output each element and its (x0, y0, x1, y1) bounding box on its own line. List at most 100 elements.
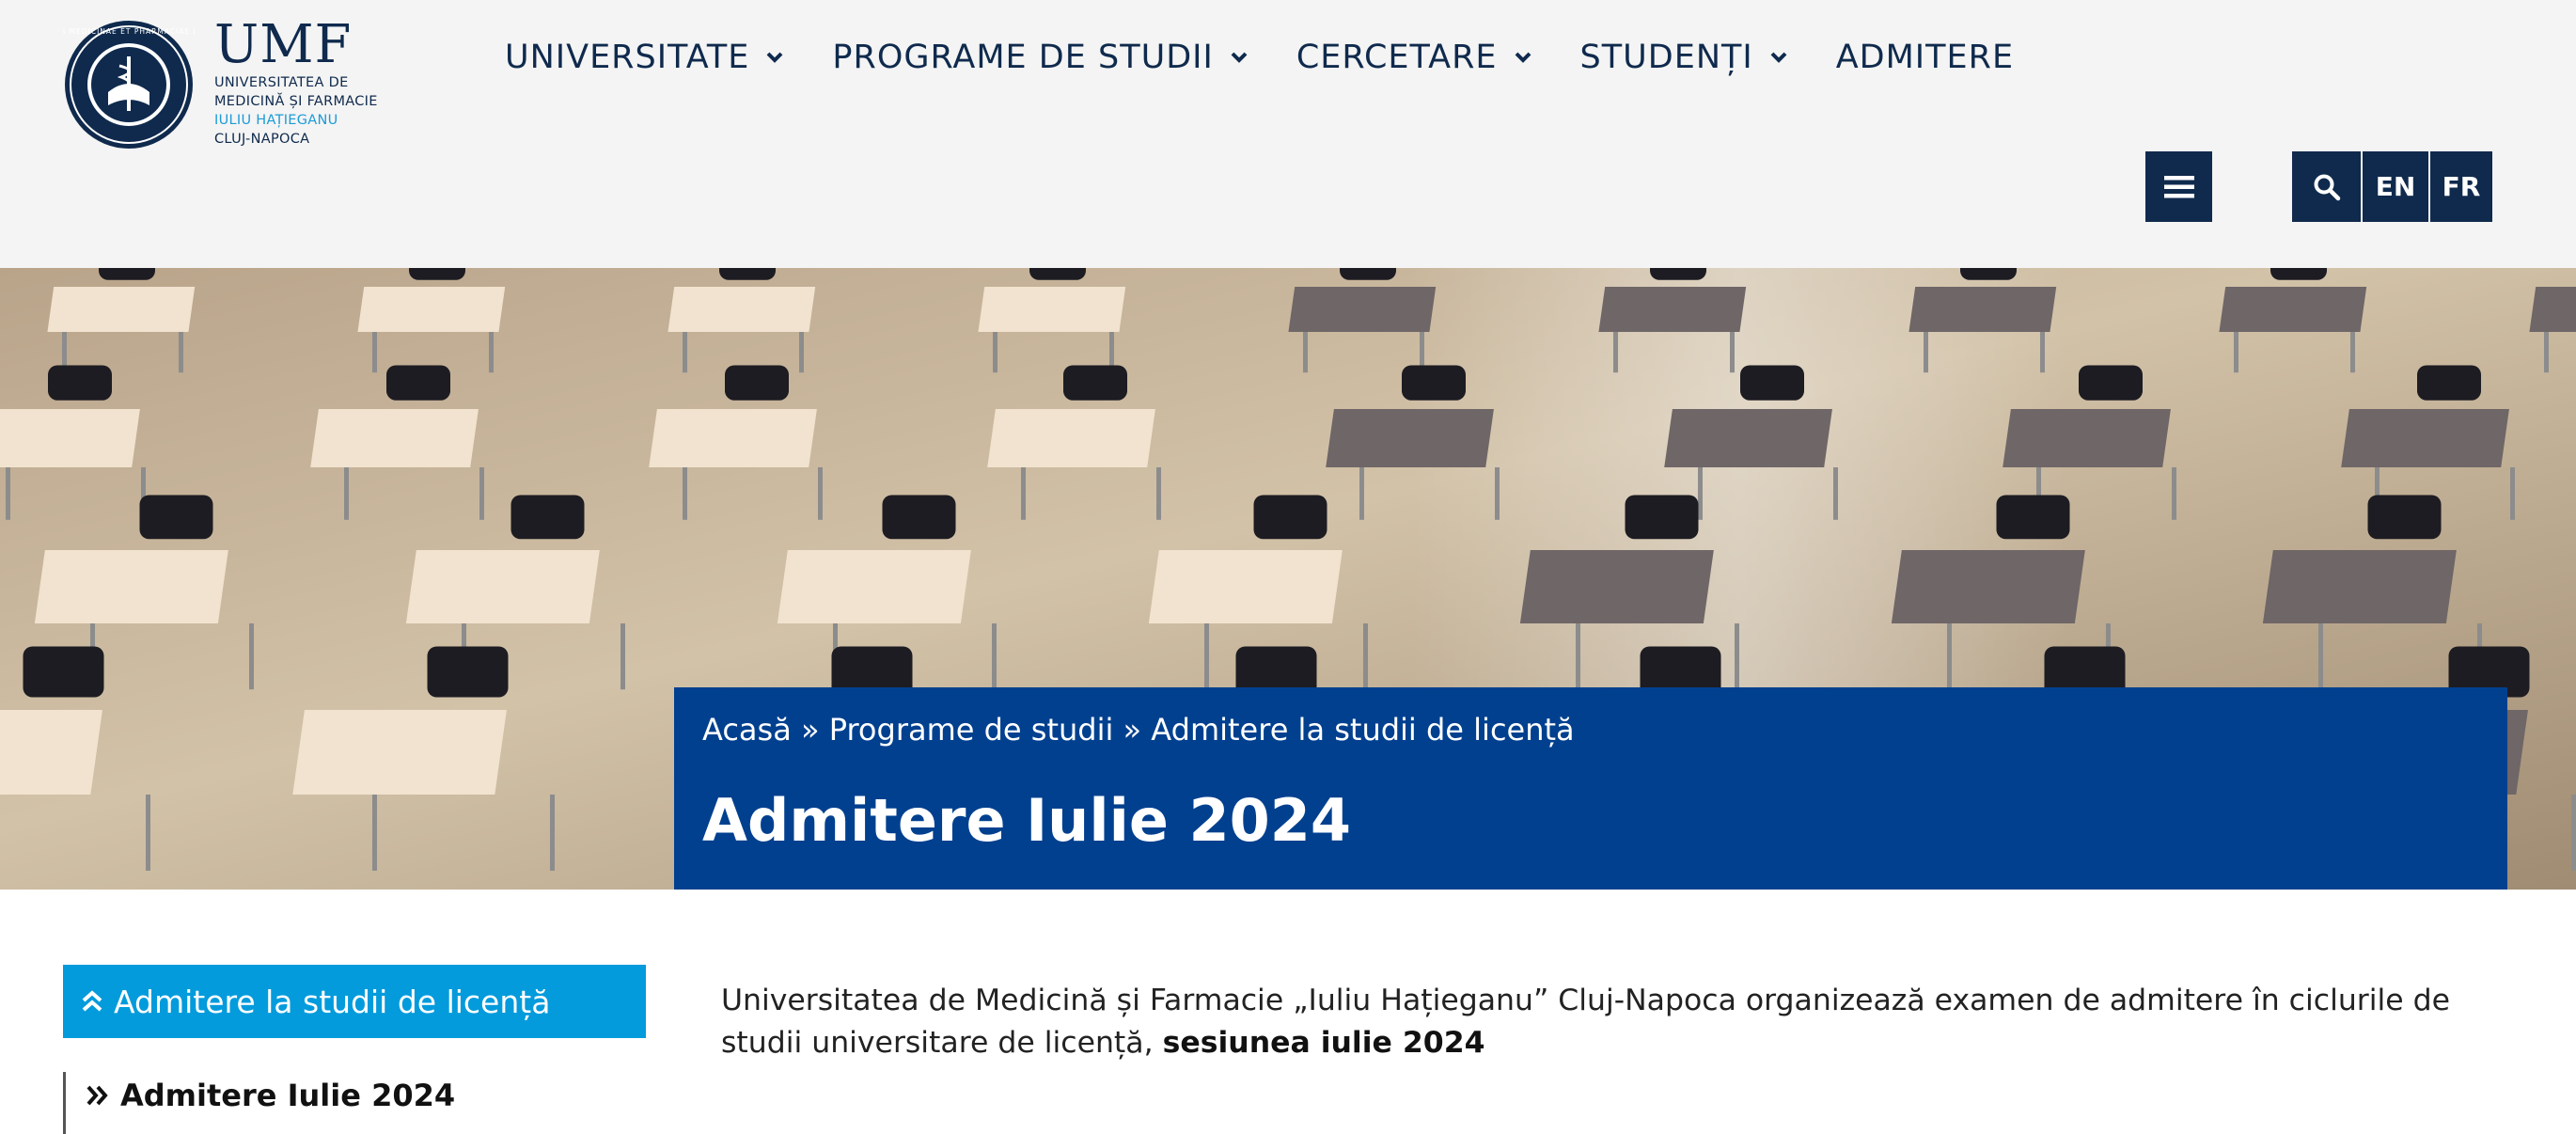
main-nav: UNIVERSITATE PROGRAME DE STUDII CERCETAR… (505, 34, 2014, 81)
desk-leg-decoration (818, 467, 823, 520)
chair-decoration (139, 495, 213, 540)
sidebar-item-label: Admitere la studii de licență (114, 983, 551, 1020)
desk-leg-decoration (2544, 332, 2549, 373)
chevron-down-icon (1231, 52, 1248, 63)
desk-decoration (777, 550, 971, 623)
intro-text: Universitatea de Medicină și Farmacie „I… (721, 984, 2451, 1060)
breadcrumb: Acasă » Programe de studii » Admitere la… (702, 712, 1575, 748)
chair-decoration (1340, 268, 1396, 280)
chair-decoration (1029, 268, 1086, 280)
desk-leg-decoration (1613, 332, 1618, 373)
hamburger-icon (2163, 175, 2194, 197)
desk-decoration (649, 409, 817, 467)
nav-item-programe-de-studii[interactable]: PROGRAME DE STUDII (832, 39, 1249, 76)
desk-leg-decoration (1303, 332, 1308, 373)
desk-leg-decoration (146, 795, 150, 871)
desk-leg-decoration (2234, 332, 2238, 373)
desk-decoration (1598, 287, 1747, 332)
desk-leg-decoration (1359, 467, 1364, 520)
intro-paragraph: Universitatea de Medicină și Farmacie „I… (721, 980, 2489, 1064)
breadcrumb-separator: » (1123, 712, 1142, 748)
desk-leg-decoration (344, 467, 349, 520)
desk-leg-decoration (992, 623, 997, 690)
language-en-button[interactable]: EN (2363, 151, 2428, 222)
intro-bold-text: sesiunea iulie 2024 (1162, 1026, 1485, 1060)
chair-decoration (386, 365, 450, 401)
logo-abbr: UMF (214, 14, 353, 75)
chair-decoration (1650, 268, 1706, 280)
desk-decoration (978, 287, 1126, 332)
desk-leg-decoration (620, 623, 625, 690)
chair-decoration (1740, 365, 1804, 401)
desk-leg-decoration (1735, 623, 1739, 690)
sidebar-subitem-admitere-iulie-2024[interactable]: Admitere Iulie 2024 (63, 1072, 646, 1134)
chair-decoration (1063, 365, 1127, 401)
chevron-down-icon (1770, 52, 1787, 63)
desk-decoration (2219, 287, 2367, 332)
desk-leg-decoration (1947, 623, 1952, 690)
desk-leg-decoration (1698, 467, 1703, 520)
desk-leg-decoration (1204, 623, 1209, 690)
desk-decoration (2529, 287, 2576, 332)
nav-item-universitate[interactable]: UNIVERSITATE (505, 39, 785, 76)
desk-leg-decoration (1924, 332, 1928, 373)
logo-line-1: UNIVERSITATEA DE (214, 75, 349, 90)
nav-label: CERCETARE (1296, 39, 1498, 76)
desk-decoration (310, 409, 479, 467)
chair-decoration (427, 646, 509, 698)
language-fr-button[interactable]: FR (2430, 151, 2492, 222)
desk-leg-decoration (372, 795, 377, 871)
desk-decoration (292, 710, 507, 795)
chair-decoration (1402, 365, 1466, 401)
desk-leg-decoration (1576, 623, 1580, 690)
chair-decoration (1996, 495, 2070, 540)
desk-decoration (1288, 287, 1437, 332)
chair-decoration (2079, 365, 2143, 401)
desk-leg-decoration (1021, 467, 1026, 520)
nav-label: PROGRAME DE STUDII (832, 39, 1214, 76)
desk-decoration (357, 287, 506, 332)
page-title: Admitere Iulie 2024 (702, 786, 1352, 855)
menu-button[interactable] (2145, 151, 2212, 222)
logo-line-3: IULIU HAȚIEGANU (214, 113, 338, 128)
logo-wordmark[interactable]: UMF UNIVERSITATEA DE MEDICINĂ ȘI FARMACI… (214, 17, 421, 149)
chair-decoration (409, 268, 465, 280)
breadcrumb-current: Admitere la studii de licență (1151, 712, 1575, 748)
desk-decoration (0, 409, 140, 467)
desk-leg-decoration (1363, 623, 1368, 690)
chair-decoration (2417, 365, 2481, 401)
desk-leg-decoration (2510, 467, 2515, 520)
chair-decoration (23, 646, 104, 698)
desk-leg-decoration (550, 795, 555, 871)
desk-leg-decoration (993, 332, 997, 373)
search-button[interactable] (2292, 151, 2361, 222)
chair-decoration (48, 365, 112, 401)
desk-leg-decoration (2350, 332, 2355, 373)
desk-leg-decoration (2172, 467, 2176, 520)
chair-decoration (99, 268, 155, 280)
desk-decoration (34, 550, 228, 623)
university-seal-logo[interactable]: UNIVERSITAS MEDICINAE ET PHARMACIAE NAPO… (63, 19, 195, 150)
nav-item-admitere[interactable]: ADMITERE (1836, 39, 2014, 76)
nav-item-studenti[interactable]: STUDENȚI (1580, 39, 1789, 76)
desk-decoration (0, 710, 102, 795)
desk-leg-decoration (799, 332, 804, 373)
logo-line-4: CLUJ-NAPOCA (214, 132, 310, 147)
breadcrumb-section-link[interactable]: Programe de studii (829, 712, 1114, 748)
desk-decoration (1891, 550, 2085, 623)
chair-decoration (510, 495, 585, 540)
desk-decoration (2003, 409, 2171, 467)
chair-decoration (1253, 495, 1327, 540)
desk-decoration (2262, 550, 2457, 623)
sidebar-item-admitere-licenta[interactable]: Admitere la studii de licență (63, 965, 646, 1038)
chair-decoration (2270, 268, 2327, 280)
chair-decoration (2367, 495, 2442, 540)
desk-leg-decoration (1495, 467, 1500, 520)
desk-leg-decoration (489, 332, 494, 373)
desk-leg-decoration (2571, 795, 2576, 871)
breadcrumb-home-link[interactable]: Acasă (702, 712, 792, 748)
desk-leg-decoration (479, 467, 484, 520)
desk-leg-decoration (6, 467, 10, 520)
nav-item-cercetare[interactable]: CERCETARE (1296, 39, 1533, 76)
chair-decoration (1625, 495, 1699, 540)
